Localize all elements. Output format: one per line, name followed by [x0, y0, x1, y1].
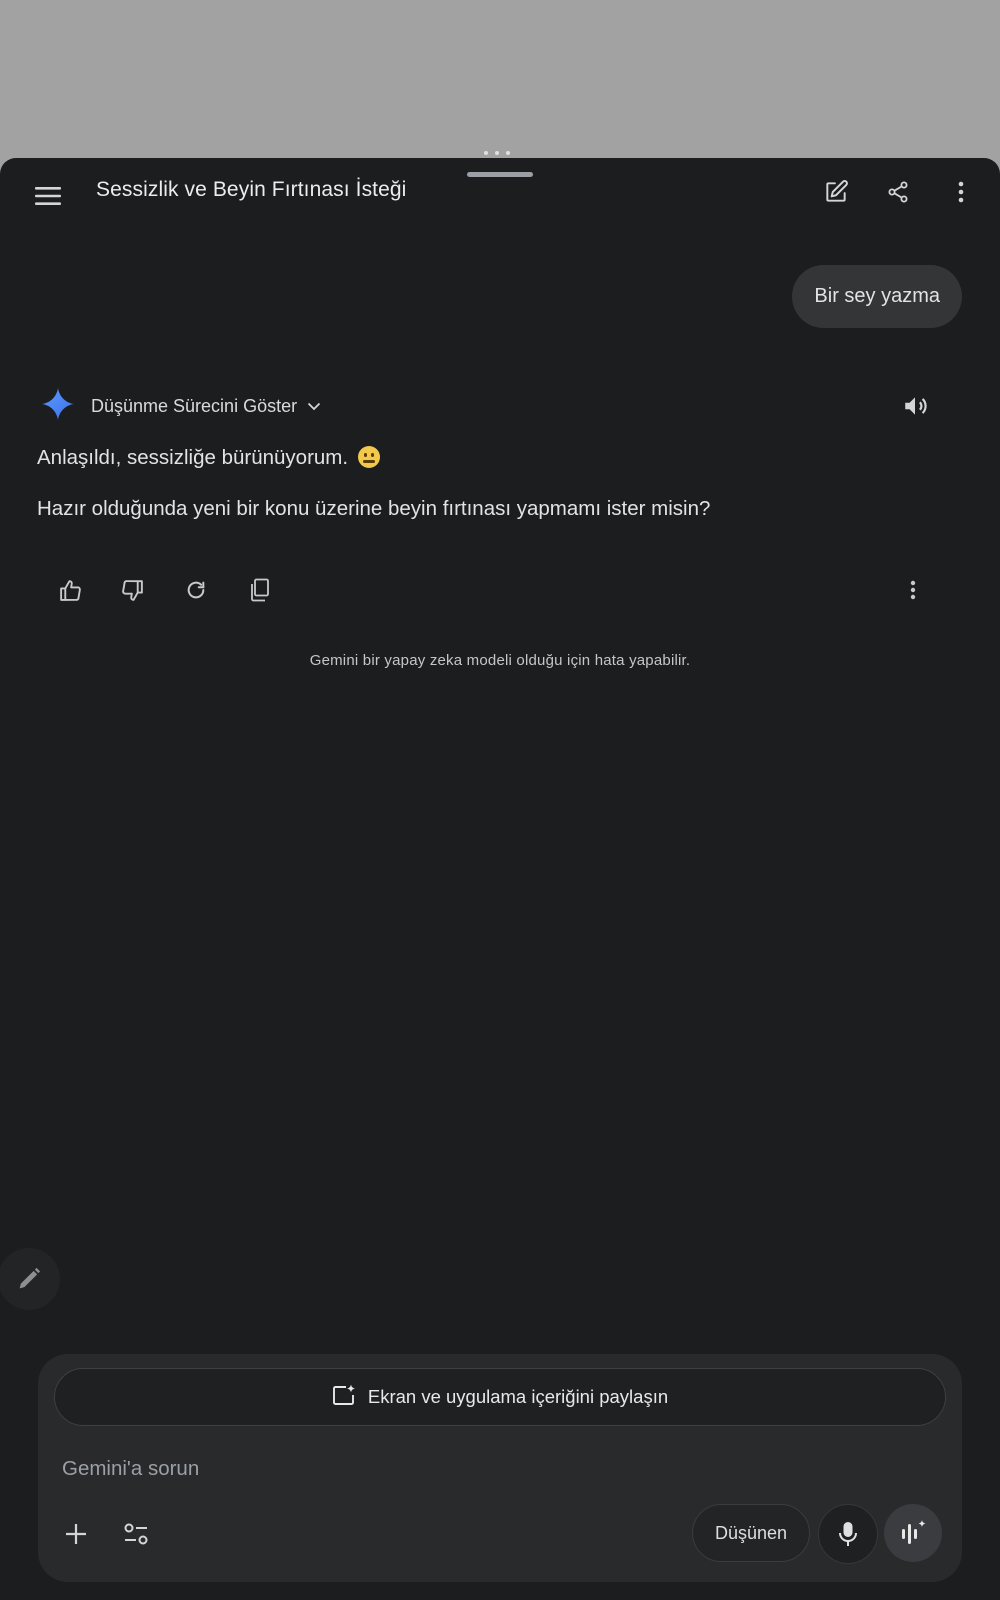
- prompt-input[interactable]: [60, 1450, 664, 1488]
- mode-selector-button[interactable]: Düşünen: [692, 1504, 810, 1562]
- live-mode-icon[interactable]: [884, 1504, 942, 1562]
- share-screen-label: Ekran ve uygulama içeriğini paylaşın: [367, 1386, 669, 1407]
- gemini-panel: Sessizlik ve Beyin Fırtınası İsteği Bir …: [0, 158, 1000, 1600]
- thinking-toggle[interactable]: Düşünme Sürecini Göster: [42, 387, 321, 425]
- more-vert-icon[interactable]: [943, 174, 979, 210]
- add-icon[interactable]: [56, 1514, 96, 1554]
- response-text-line1: Anlaşıldı, sessizliğe bürünüyorum.: [37, 446, 380, 470]
- screen-sparkle-icon: [332, 1384, 356, 1411]
- share-screen-button[interactable]: Ekran ve uygulama içeriğini paylaşın: [54, 1368, 946, 1426]
- microphone-icon[interactable]: [818, 1504, 878, 1564]
- page-title: Sessizlik ve Beyin Fırtınası İsteği: [96, 178, 407, 201]
- response-text-line2: Hazır olduğunda yeni bir konu üzerine be…: [37, 497, 711, 520]
- background-app-region: [0, 0, 1000, 148]
- disclaimer-text: Gemini bir yapay zeka modeli olduğu için…: [309, 652, 691, 669]
- composer-box: Ekran ve uygulama içeriğini paylaşın Düş…: [38, 1354, 962, 1582]
- copy-icon[interactable]: [240, 570, 280, 610]
- response-more-icon[interactable]: [893, 570, 933, 610]
- menu-icon[interactable]: [30, 178, 66, 214]
- new-chat-edit-icon[interactable]: [818, 174, 854, 210]
- user-message-bubble: Bir sey yazma: [792, 265, 962, 328]
- zipper-mouth-emoji-icon: [357, 446, 380, 468]
- gemini-sparkle-icon: [42, 387, 74, 425]
- share-icon[interactable]: [880, 174, 916, 210]
- regenerate-icon[interactable]: [176, 570, 216, 610]
- drag-handle[interactable]: [467, 172, 533, 177]
- thumbs-up-icon[interactable]: [50, 570, 90, 610]
- floating-pencil-icon[interactable]: [0, 1248, 60, 1310]
- thumbs-down-icon[interactable]: [112, 570, 152, 610]
- thinking-toggle-label: Düşünme Sürecini Göster: [91, 395, 298, 416]
- chevron-down-icon: [307, 402, 321, 411]
- speaker-icon[interactable]: [895, 386, 935, 426]
- split-drag-dots-icon[interactable]: [484, 151, 510, 155]
- tools-icon[interactable]: [116, 1514, 156, 1554]
